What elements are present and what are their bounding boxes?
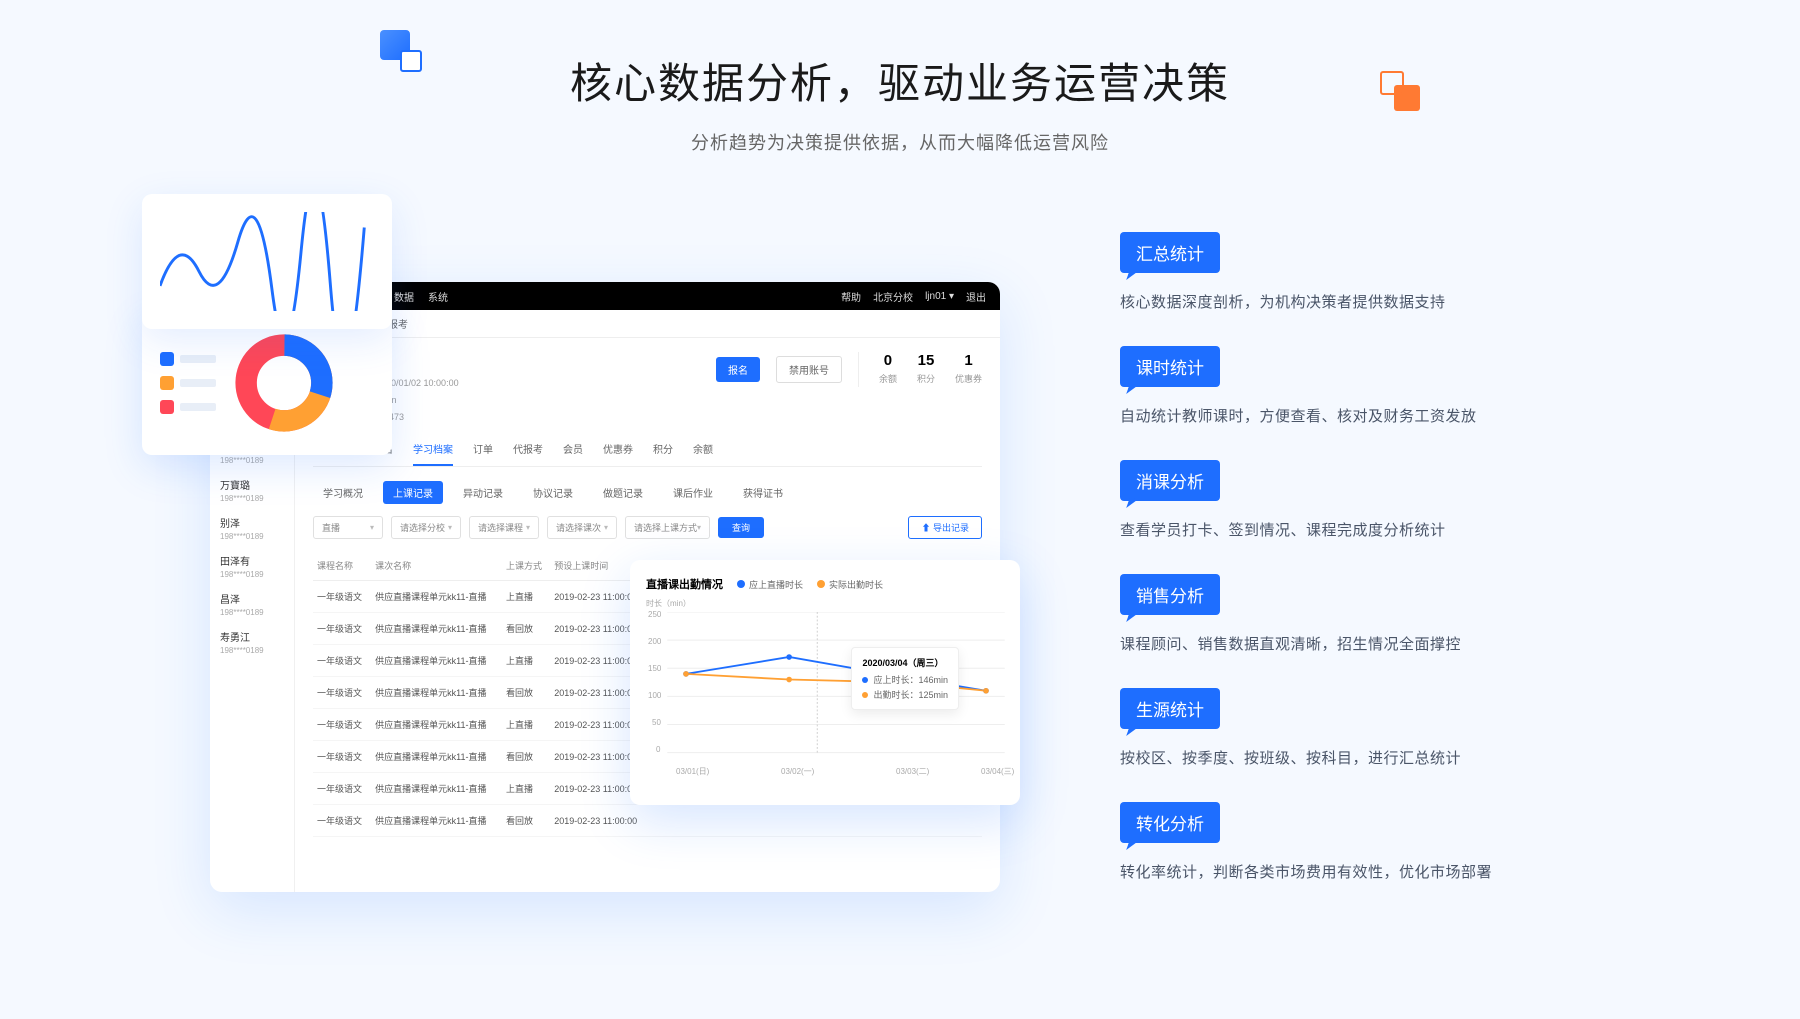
feature-tag: 转化分析 — [1120, 802, 1220, 843]
primary-tabs: 咨询记录报名学习档案订单代报考会员优惠券积分余额 — [313, 441, 982, 467]
subtab-4[interactable]: 做题记录 — [593, 481, 653, 504]
sidebar-student-item[interactable]: 万寶璐198****0189 — [210, 471, 294, 509]
legend-actual: 实际出勤时长 — [817, 578, 883, 591]
topright-item[interactable]: 退出 — [966, 289, 986, 304]
donut-chart-icon — [234, 333, 334, 433]
query-button[interactable]: 查询 — [718, 517, 764, 538]
stat-item: 1优惠券 — [955, 352, 982, 387]
subtab-0[interactable]: 学习概况 — [313, 481, 373, 504]
topnav-item[interactable]: 系统 — [428, 289, 448, 304]
feature-tag: 汇总统计 — [1120, 232, 1220, 273]
chart-ylabel: 时长（min） — [646, 598, 691, 609]
table-header: 课次名称 — [371, 551, 502, 581]
tab-3[interactable]: 订单 — [473, 441, 493, 466]
filter-row: 直播请选择分校请选择课程请选择课次请选择上课方式查询 ⬆ 导出记录 — [313, 516, 982, 539]
legend-swatch-blue — [160, 352, 174, 366]
hero-subtitle: 分析趋势为决策提供依据，从而大幅降低运营风险 — [0, 129, 1800, 155]
subtab-5[interactable]: 课后作业 — [663, 481, 723, 504]
sidebar-student-item[interactable]: 别泽198****0189 — [210, 509, 294, 547]
legend-swatch-orange — [160, 376, 174, 390]
hero-title: 核心数据分析，驱动业务运营决策 — [570, 50, 1230, 111]
subtab-2[interactable]: 异动记录 — [453, 481, 513, 504]
decoration-orange — [1394, 85, 1420, 111]
topright-item[interactable]: 北京分校 — [873, 289, 913, 304]
legend-scheduled: 应上直播时长 — [737, 578, 803, 591]
disable-account-button[interactable]: 禁用账号 — [776, 356, 842, 383]
feature-tag: 课时统计 — [1120, 346, 1220, 387]
legend-swatch-red — [160, 400, 174, 414]
export-button[interactable]: ⬆ 导出记录 — [908, 516, 982, 539]
subtab-6[interactable]: 获得证书 — [733, 481, 793, 504]
feature-item: 转化分析转化率统计，判断各类市场费用有效性，优化市场部署 — [1120, 802, 1680, 882]
feature-item: 课时统计自动统计教师课时，方便查看、核对及财务工资发放 — [1120, 346, 1680, 426]
tab-2[interactable]: 学习档案 — [413, 441, 453, 466]
table-row[interactable]: 一年级语文供应直播课程单元kk11-直播看回放2019-02-23 11:00:… — [313, 805, 982, 837]
feature-tag: 销售分析 — [1120, 574, 1220, 615]
secondary-tabs: 学习概况上课记录异动记录协议记录做题记录课后作业获得证书 — [313, 481, 982, 504]
tab-8[interactable]: 余额 — [693, 441, 713, 466]
filter-select[interactable]: 请选择分校 — [391, 516, 461, 539]
profile-stats: 0余额 15积分 1优惠券 — [858, 352, 982, 387]
feature-desc: 转化率统计，判断各类市场费用有效性，优化市场部署 — [1120, 861, 1680, 882]
feature-desc: 查看学员打卡、签到情况、课程完成度分析统计 — [1120, 519, 1680, 540]
chart-tooltip: 2020/03/04（周三） 应上时长：146min 出勤时长：125min — [851, 647, 959, 710]
sidebar-student-item[interactable]: 昌泽198****0189 — [210, 585, 294, 623]
filter-select[interactable]: 直播 — [313, 516, 383, 539]
subtab-3[interactable]: 协议记录 — [523, 481, 583, 504]
filter-select[interactable]: 请选择上课方式 — [625, 516, 710, 539]
tab-5[interactable]: 会员 — [563, 441, 583, 466]
enroll-button[interactable]: 报名 — [716, 357, 760, 382]
feature-desc: 核心数据深度剖析，为机构决策者提供数据支持 — [1120, 291, 1680, 312]
decoration-blue — [380, 30, 410, 60]
popup-title: 直播课出勤情况 — [646, 576, 723, 592]
mini-line-chart-icon — [160, 212, 374, 311]
mini-line-chart-card — [142, 194, 392, 329]
feature-desc: 自动统计教师课时，方便查看、核对及财务工资发放 — [1120, 405, 1680, 426]
feature-item: 消课分析查看学员打卡、签到情况、课程完成度分析统计 — [1120, 460, 1680, 540]
subtab-1[interactable]: 上课记录 — [383, 481, 443, 504]
topright-item[interactable]: ljn01 ▾ — [925, 291, 954, 302]
stat-item: 0余额 — [879, 352, 897, 387]
tab-4[interactable]: 代报考 — [513, 441, 543, 466]
mini-donut-chart-card — [142, 310, 392, 455]
table-header: 上课方式 — [502, 551, 550, 581]
feature-desc: 课程顾问、销售数据直观清晰，招生情况全面撑控 — [1120, 633, 1680, 654]
sidebar-student-item[interactable]: 田泽有198****0189 — [210, 547, 294, 585]
feature-item: 销售分析课程顾问、销售数据直观清晰，招生情况全面撑控 — [1120, 574, 1680, 654]
sidebar-student-item[interactable]: 寿勇江198****0189 — [210, 623, 294, 661]
filter-select[interactable]: 请选择课次 — [547, 516, 617, 539]
feature-desc: 按校区、按季度、按班级、按科目，进行汇总统计 — [1120, 747, 1680, 768]
feature-item: 汇总统计核心数据深度剖析，为机构决策者提供数据支持 — [1120, 232, 1680, 312]
filter-select[interactable]: 请选择课程 — [469, 516, 539, 539]
feature-tag: 生源统计 — [1120, 688, 1220, 729]
stat-item: 15积分 — [917, 352, 935, 387]
tab-6[interactable]: 优惠券 — [603, 441, 633, 466]
topnav-item[interactable]: 数据 — [394, 289, 414, 304]
feature-item: 生源统计按校区、按季度、按班级、按科目，进行汇总统计 — [1120, 688, 1680, 768]
topright-item[interactable]: 帮助 — [841, 289, 861, 304]
tab-7[interactable]: 积分 — [653, 441, 673, 466]
feature-tag: 消课分析 — [1120, 460, 1220, 501]
table-header: 课程名称 — [313, 551, 371, 581]
donut-legend — [160, 352, 216, 414]
feature-list: 汇总统计核心数据深度剖析，为机构决策者提供数据支持课时统计自动统计教师课时，方便… — [1120, 232, 1680, 916]
attendance-chart-popup: 直播课出勤情况 应上直播时长 实际出勤时长 时长（min） 250 200 15… — [630, 560, 1020, 805]
